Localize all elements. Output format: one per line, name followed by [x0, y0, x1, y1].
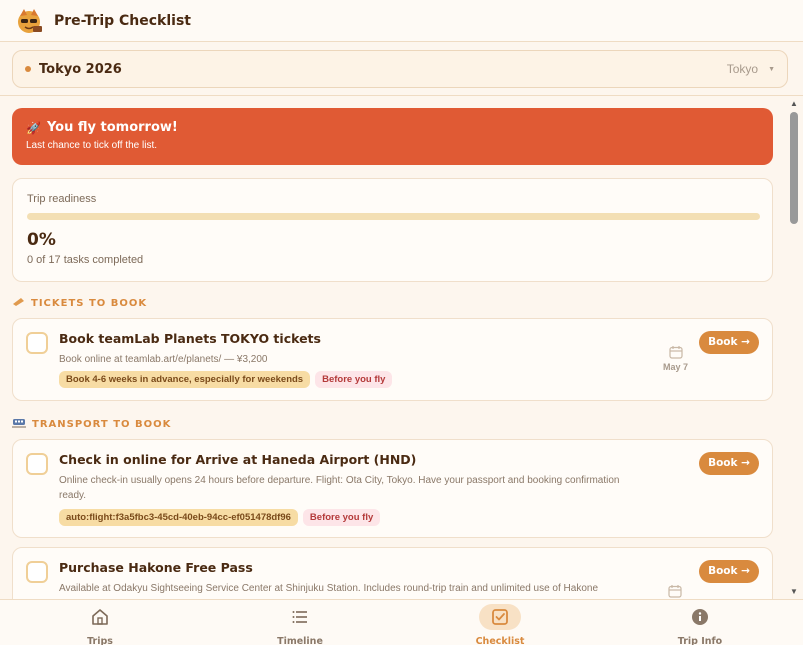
app-header: Pre-Trip Checklist: [0, 0, 803, 42]
ticket-icon: [12, 297, 25, 310]
app-logo[interactable]: [14, 6, 44, 36]
train-icon: [12, 417, 26, 431]
readiness-label: Trip readiness: [27, 193, 97, 205]
readiness-count: 0 of 17 tasks completed: [27, 254, 144, 266]
nav-item-timeline[interactable]: Timeline: [260, 600, 340, 645]
checklist-content: 🚀 You fly tomorrow! Last chance to tick …: [0, 97, 803, 599]
banner-title: You fly tomorrow!: [46, 120, 178, 135]
nav-label: Trips: [87, 636, 113, 645]
task-checkbox[interactable]: [26, 453, 48, 475]
trip-status-dot: [25, 66, 31, 72]
book-button[interactable]: Book →: [699, 452, 759, 475]
task-when-tag: Before you fly: [315, 371, 393, 388]
section-title-tickets: TICKETS TO BOOK: [12, 296, 147, 310]
task-date: May 7: [663, 345, 688, 372]
chevron-down-icon: ▼: [768, 65, 775, 73]
nav-item-checklist[interactable]: Checklist: [460, 600, 540, 645]
content-scrollbar[interactable]: ▲ ▼: [789, 97, 799, 599]
calendar-icon: [668, 585, 682, 598]
task-checkbox[interactable]: [26, 332, 48, 354]
task-card[interactable]: Book teamLab Planets TOKYO tickets Book …: [12, 318, 773, 401]
task-card[interactable]: Purchase Hakone Free Pass Available at O…: [12, 547, 773, 599]
book-button[interactable]: Book →: [699, 560, 759, 583]
info-icon: [692, 609, 708, 625]
section-title-label: TICKETS TO BOOK: [31, 297, 148, 309]
section-title-label: TRANSPORT TO BOOK: [32, 418, 172, 430]
nav-label: Trip Info: [677, 636, 723, 645]
banner-subtitle: Last chance to tick off the list.: [26, 140, 157, 151]
readiness-progress-bar: [27, 213, 760, 220]
trip-city: Tokyo: [726, 62, 759, 76]
home-icon: [92, 609, 108, 625]
list-icon: [292, 611, 307, 623]
readiness-card: Trip readiness 0% 0 of 17 tasks complete…: [12, 178, 773, 282]
task-note-tag: Book 4-6 weeks in advance, especially fo…: [59, 371, 311, 388]
nav-item-trips[interactable]: Trips: [60, 600, 140, 645]
task-description: Available at Odakyu Sightseeing Service …: [59, 583, 599, 594]
task-date-text: May 7: [663, 362, 689, 372]
departure-banner: 🚀 You fly tomorrow! Last chance to tick …: [12, 108, 773, 165]
app-title: Pre-Trip Checklist: [54, 12, 191, 29]
nav-label: Checklist: [475, 636, 525, 645]
nav-item-trip-info[interactable]: Trip Info: [660, 600, 740, 645]
task-checkbox[interactable]: [26, 561, 48, 583]
rocket-icon: 🚀: [26, 120, 41, 135]
section-title-transport: TRANSPORT TO BOOK: [12, 417, 171, 431]
task-when-tag: Before you fly: [302, 509, 381, 526]
bottom-nav: Trips Timeline Checklist Trip Info: [0, 599, 803, 645]
scrollbar-thumb[interactable]: [790, 112, 798, 224]
scroll-down-arrow-icon[interactable]: ▼: [790, 588, 798, 596]
task-title: Book teamLab Planets TOKYO tickets: [59, 331, 321, 346]
scroll-up-arrow-icon[interactable]: ▲: [790, 100, 798, 108]
task-title: Purchase Hakone Free Pass: [59, 560, 253, 575]
trip-bar: Tokyo 2026 Tokyo ▼: [0, 42, 803, 96]
task-description: Online check-in usually opens 24 hours b…: [59, 475, 620, 501]
task-date: [668, 584, 682, 598]
book-button[interactable]: Book →: [699, 331, 759, 354]
task-note-tag: auto:flight:f3a5fbc3-45cd-40eb-94cc-ef05…: [59, 509, 298, 526]
nav-label: Timeline: [277, 636, 323, 645]
checkbox-icon: [492, 609, 508, 625]
task-title: Check in online for Arrive at Haneda Air…: [59, 452, 417, 467]
trip-selector[interactable]: Tokyo 2026 Tokyo ▼: [12, 50, 788, 88]
task-description: Book online at teamlab.art/e/planets/ — …: [59, 354, 268, 365]
trip-name: Tokyo 2026: [39, 61, 122, 77]
readiness-percent: 0%: [27, 230, 56, 250]
task-card[interactable]: Check in online for Arrive at Haneda Air…: [12, 439, 773, 538]
calendar-icon: [668, 346, 683, 359]
